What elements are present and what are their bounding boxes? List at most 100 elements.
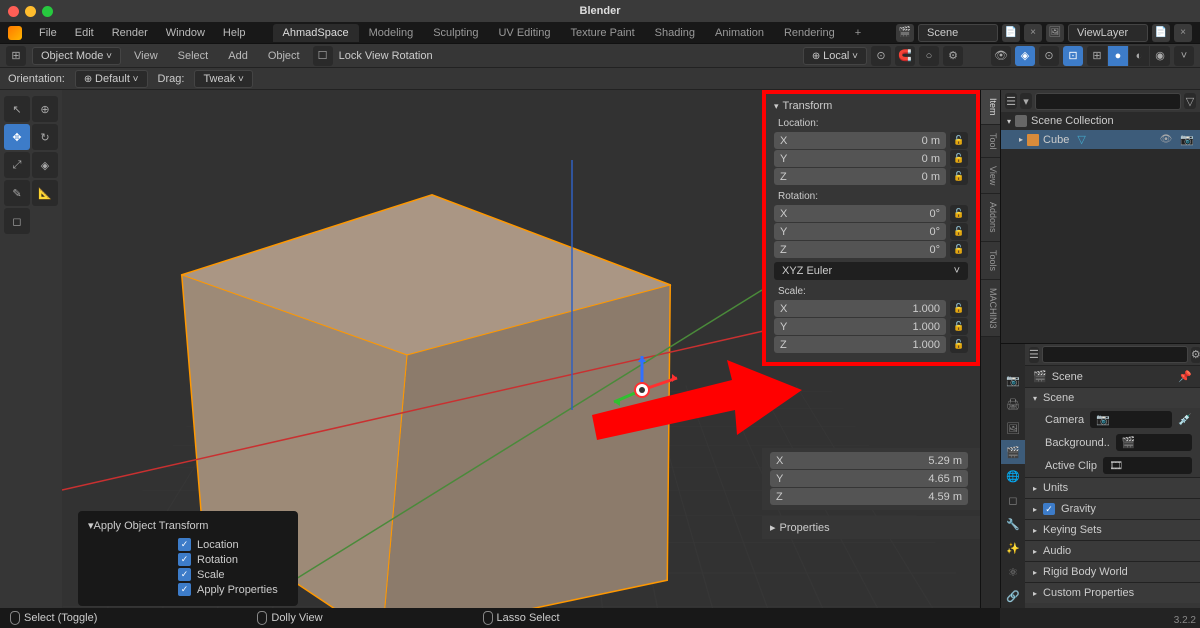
location-z-field[interactable]: Z0 m	[774, 168, 946, 185]
3d-viewport[interactable]: Options	[62, 90, 980, 608]
n-tab-tool[interactable]: Tool	[981, 125, 1000, 159]
apply-scale-checkbox[interactable]: ✓Scale	[178, 568, 288, 581]
rotation-y-field[interactable]: Y0°	[774, 223, 946, 240]
gizmo-toggle-icon[interactable]: ◈	[1015, 46, 1035, 66]
toolbar-select[interactable]: Select	[171, 48, 216, 64]
workspace-tab[interactable]: Sculpting	[423, 24, 488, 42]
object-tab[interactable]: ◻	[1001, 488, 1025, 512]
n-tab-machin3[interactable]: MACHIN3	[981, 280, 1000, 338]
orientation-value[interactable]: ⊕ Default ˅	[75, 70, 148, 88]
camera-field[interactable]: 📷	[1090, 411, 1172, 428]
n-tab-item[interactable]: Item	[981, 90, 1000, 125]
workspace-tab[interactable]: Texture Paint	[560, 24, 644, 42]
workspace-tab[interactable]: Rendering	[774, 24, 845, 42]
location-x-field[interactable]: X0 m	[774, 132, 946, 149]
output-tab[interactable]: 🖨	[1001, 392, 1025, 416]
shading-options-icon[interactable]: ˅	[1174, 46, 1194, 66]
constraint-tab[interactable]: 🔗	[1001, 584, 1025, 608]
gravity-section[interactable]: ▸✓Gravity	[1025, 498, 1200, 519]
rotation-z-field[interactable]: Z0°	[774, 241, 946, 258]
filter-icon[interactable]: ▽	[1184, 93, 1196, 109]
snap-icon[interactable]: 🧲	[895, 46, 915, 66]
scene-tab[interactable]: 🎬	[1001, 440, 1025, 464]
move-tool[interactable]: ✥	[4, 124, 30, 150]
scene-new-icon[interactable]: 📄	[1002, 24, 1020, 42]
annotate-tool[interactable]: ✎	[4, 180, 30, 206]
location-y-field[interactable]: Y0 m	[774, 150, 946, 167]
toolbar-add[interactable]: Add	[221, 48, 255, 64]
menu-file[interactable]: File	[32, 25, 64, 41]
scene-field[interactable]: Scene	[918, 24, 998, 42]
n-tab-tools[interactable]: Tools	[981, 242, 1000, 280]
editor-type-icon[interactable]: ⊞	[6, 46, 26, 66]
xray-icon[interactable]: ⊡	[1063, 46, 1083, 66]
orientation-dropdown[interactable]: ⊕ Local ˅	[803, 47, 867, 65]
dimension-x-field[interactable]: X5.29 m	[770, 452, 968, 469]
rotation-x-field[interactable]: X0°	[774, 205, 946, 222]
checkbox-checked-icon[interactable]: ✓	[1043, 503, 1055, 515]
modifier-tab[interactable]: 🔧	[1001, 512, 1025, 536]
transform-header[interactable]: ▾ Transform	[774, 100, 968, 112]
audio-section[interactable]: ▸Audio	[1025, 540, 1200, 561]
scene-collection-item[interactable]: ▾ Scene Collection	[1001, 112, 1200, 130]
viewlayer-new-icon[interactable]: 📄	[1152, 24, 1170, 42]
background-field[interactable]: 🎬	[1116, 434, 1192, 451]
transform-tool[interactable]: ◈	[32, 152, 58, 178]
scale-x-field[interactable]: X1.000	[774, 300, 946, 317]
minimize-window-icon[interactable]	[25, 6, 36, 17]
add-cube-tool[interactable]: ◻	[4, 208, 30, 234]
scene-section[interactable]: ▾Scene	[1025, 387, 1200, 408]
pivot-icon[interactable]: ⊙	[871, 46, 891, 66]
rotation-mode-dropdown[interactable]: XYZ Euler˅	[774, 262, 968, 280]
viewlayer-delete-icon[interactable]: ×	[1174, 24, 1192, 42]
workspace-tab[interactable]: Animation	[705, 24, 774, 42]
workspace-tab[interactable]: Shading	[645, 24, 705, 42]
menu-edit[interactable]: Edit	[68, 25, 101, 41]
scene-breadcrumb[interactable]: 🎬 Scene 📌	[1025, 366, 1200, 387]
world-tab[interactable]: 🌐	[1001, 464, 1025, 488]
options-icon[interactable]: ⚙	[943, 46, 963, 66]
n-tab-view[interactable]: View	[981, 158, 1000, 194]
solid-shading-icon[interactable]: ●	[1108, 46, 1128, 66]
cube-outliner-item[interactable]: ▸ Cube ▽ 👁 📷	[1001, 130, 1200, 149]
render-tab[interactable]: 📷	[1001, 368, 1025, 392]
scale-z-field[interactable]: Z1.000	[774, 336, 946, 353]
customprops-section[interactable]: ▸Custom Properties	[1025, 582, 1200, 603]
material-shading-icon[interactable]: ◐	[1129, 46, 1149, 66]
scale-tool[interactable]: ⤢	[4, 152, 30, 178]
blender-logo-icon[interactable]	[8, 26, 22, 40]
rotate-tool[interactable]: ↻	[32, 124, 58, 150]
workspace-tab[interactable]: UV Editing	[488, 24, 560, 42]
workspace-tab[interactable]: Modeling	[359, 24, 424, 42]
workspace-tab[interactable]: AhmadSpace	[273, 24, 359, 42]
editor-type-icon[interactable]: ☰	[1029, 347, 1039, 363]
menu-render[interactable]: Render	[105, 25, 155, 41]
properties-search-input[interactable]	[1042, 346, 1188, 363]
eyedropper-icon[interactable]: 💉	[1178, 413, 1192, 426]
menu-help[interactable]: Help	[216, 25, 253, 41]
toolbar-view[interactable]: View	[127, 48, 165, 64]
popup-header[interactable]: ▾ Apply Object Transform	[88, 519, 288, 532]
particle-tab[interactable]: ✨	[1001, 536, 1025, 560]
add-workspace-button[interactable]: +	[845, 24, 871, 42]
dimension-z-field[interactable]: Z4.59 m	[770, 488, 968, 505]
camera-icon[interactable]: 📷	[1180, 133, 1194, 146]
cursor-tool[interactable]: ⊕	[32, 96, 58, 122]
editor-type-icon[interactable]: ☰	[1005, 93, 1017, 109]
scale-y-field[interactable]: Y1.000	[774, 318, 946, 335]
viewlayer-icon[interactable]: 🖼	[1046, 24, 1064, 42]
rendered-shading-icon[interactable]: ◉	[1150, 46, 1170, 66]
display-mode-icon[interactable]: ▾	[1020, 93, 1032, 109]
visibility-icon[interactable]: 👁	[991, 46, 1011, 66]
menu-window[interactable]: Window	[159, 25, 212, 41]
physics-tab[interactable]: ⚛	[1001, 560, 1025, 584]
apply-rotation-checkbox[interactable]: ✓Rotation	[178, 553, 288, 566]
scene-delete-icon[interactable]: ×	[1024, 24, 1042, 42]
properties-section[interactable]: ▸ Properties	[762, 516, 980, 539]
wireframe-shading-icon[interactable]: ⊞	[1087, 46, 1107, 66]
viewlayer-tab[interactable]: 🖼	[1001, 416, 1025, 440]
rigidbody-section[interactable]: ▸Rigid Body World	[1025, 561, 1200, 582]
mode-dropdown[interactable]: Object Mode ˅	[32, 47, 121, 65]
drag-value[interactable]: Tweak ˅	[194, 70, 252, 88]
measure-tool[interactable]: 📐	[32, 180, 58, 206]
